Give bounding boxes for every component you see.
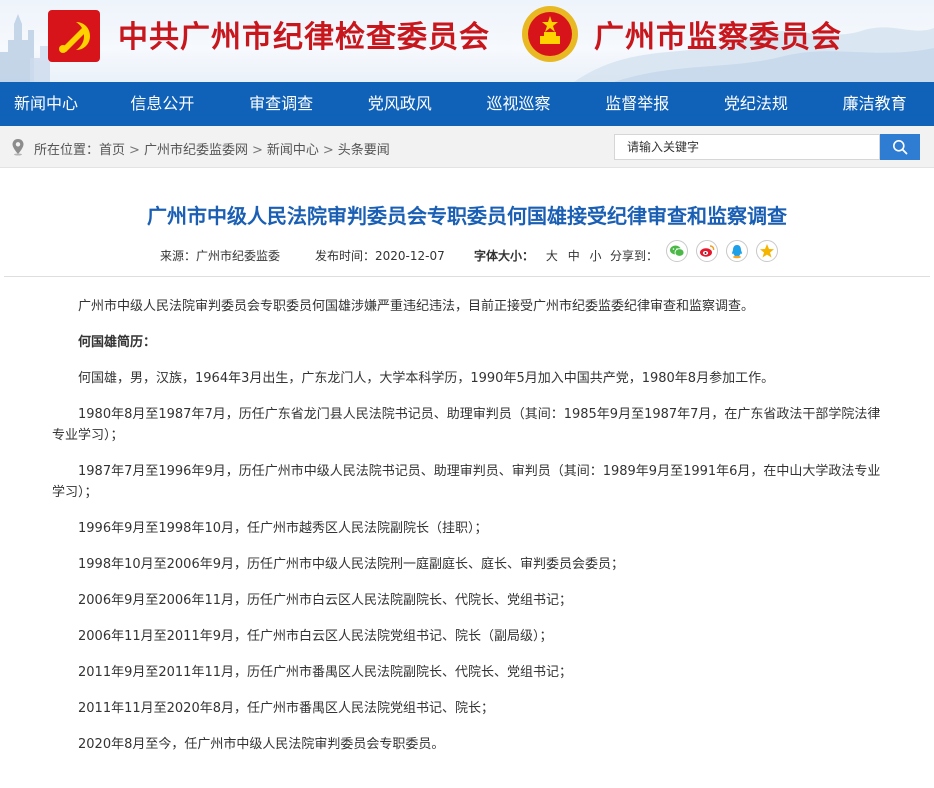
- font-size-large[interactable]: 大: [546, 249, 558, 263]
- article-paragraph: 1996年9月至1998年10月，任广州市越秀区人民法院副院长（挂职）；: [78, 521, 488, 536]
- title-divider: [4, 276, 930, 277]
- source-info: 来源：广州市纪委监委: [160, 247, 280, 264]
- breadcrumb-home[interactable]: 首页: [99, 143, 125, 158]
- wechat-icon[interactable]: [666, 240, 688, 262]
- article-paragraph: 2006年11月至2011年9月，任广州市白云区人民法院党组书记、院长（副局级）…: [78, 629, 553, 644]
- source-label: 来源：: [160, 249, 197, 263]
- breadcrumb-separator: >: [251, 143, 263, 158]
- breadcrumb: 所在位置：首页 > 广州市纪委监委网 > 新闻中心 > 头条要闻: [34, 139, 390, 158]
- breadcrumb-news-center[interactable]: 新闻中心: [267, 143, 319, 158]
- article-paragraph: 何国雄，男，汉族，1964年3月出生，广东龙门人，大学本科学历，1990年5月加…: [78, 371, 775, 386]
- source-value: 广州市纪委监委: [196, 249, 281, 263]
- search-icon: [893, 140, 908, 155]
- party-emblem-icon: [48, 10, 100, 62]
- article-paragraph: 2006年9月至2006年11月，历任广州市白云区人民法院副院长、代院长、党组书…: [78, 593, 572, 608]
- share-icons: [666, 240, 778, 262]
- nav-item-regulations[interactable]: 党纪法规: [697, 82, 816, 126]
- share-label: 分享到：: [610, 249, 659, 263]
- search-button[interactable]: [880, 134, 920, 160]
- nav-item-report[interactable]: 监督举报: [578, 82, 697, 126]
- article-paragraph: 2020年8月至今，任广州市中级人民法院审判委员会专职委员。: [78, 737, 445, 752]
- commission-title: 中共广州市纪律检查委员会: [118, 20, 490, 55]
- main-nav: 新闻中心 信息公开 审查调查 党风政风 巡视巡察 监督举报 党纪法规 廉洁教育: [0, 82, 934, 126]
- font-size-medium[interactable]: 中: [568, 249, 580, 263]
- qzone-icon[interactable]: [756, 240, 778, 262]
- nav-item-party-conduct[interactable]: 党风政风: [340, 82, 459, 126]
- breadcrumb-label: 所在位置：: [34, 143, 100, 158]
- nav-item-integrity-education[interactable]: 廉洁教育: [815, 82, 934, 126]
- breadcrumb-separator: >: [322, 143, 334, 158]
- weibo-icon[interactable]: [696, 240, 718, 262]
- location-bar: 所在位置：首页 > 广州市纪委监委网 > 新闻中心 > 头条要闻: [0, 126, 934, 168]
- breadcrumb-site[interactable]: 广州市纪委监委网: [144, 143, 248, 158]
- breadcrumb-headlines[interactable]: 头条要闻: [338, 143, 390, 158]
- article-paragraph: 1998年10月至2006年9月，历任广州市中级人民法院刑一庭副庭长、庭长、审判…: [78, 557, 624, 572]
- nav-item-news[interactable]: 新闻中心: [0, 82, 103, 126]
- breadcrumb-separator: >: [129, 143, 140, 158]
- font-size-control: 字体大小： 大 中 小: [474, 247, 602, 264]
- nav-item-investigation[interactable]: 审查调查: [222, 82, 341, 126]
- article-paragraph: 1980年8月至1987年7月，历任广东省龙门县人民法院书记员、助理审判员（其间…: [52, 407, 881, 443]
- supervision-title: 广州市监察委员会: [594, 20, 842, 55]
- date-value: 2020-12-07: [375, 249, 445, 263]
- qq-icon[interactable]: [726, 240, 748, 262]
- nav-item-info-disclosure[interactable]: 信息公开: [103, 82, 222, 126]
- article-paragraph: 广州市中级人民法院审判委员会专职委员何国雄涉嫌严重违纪违法，目前正接受广州市纪委…: [78, 299, 755, 314]
- font-size-small[interactable]: 小: [590, 249, 602, 263]
- nav-item-inspection[interactable]: 巡视巡察: [459, 82, 578, 126]
- font-size-label: 字体大小：: [474, 249, 535, 263]
- search-input[interactable]: [614, 134, 880, 160]
- article-paragraph: 2011年9月至2011年11月，历任广州市番禺区人民法院副院长、代院长、党组书…: [78, 665, 572, 680]
- article-paragraph: 2011年11月至2020年8月，任广州市番禺区人民法院党组书记、院长；: [78, 701, 494, 716]
- article-paragraph: 1987年7月至1996年9月，历任广州市中级人民法院书记员、助理审判员、审判员…: [52, 464, 881, 500]
- article-title: 广州市中级人民法院审判委员会专职委员何国雄接受纪律审查和监察调查: [147, 204, 787, 228]
- site-banner: 中共广州市纪律检查委员会 广州市监察委员会: [0, 0, 934, 82]
- date-label: 发布时间：: [315, 249, 376, 263]
- article-body: 广州市中级人民法院审判委员会专职委员何国雄涉嫌严重违纪违法，目前正接受广州市纪委…: [52, 296, 884, 770]
- resume-heading: 何国雄简历：: [78, 335, 157, 350]
- national-emblem-icon: [522, 6, 578, 62]
- date-info: 发布时间：2020-12-07: [315, 247, 445, 264]
- location-pin-icon: [12, 139, 24, 156]
